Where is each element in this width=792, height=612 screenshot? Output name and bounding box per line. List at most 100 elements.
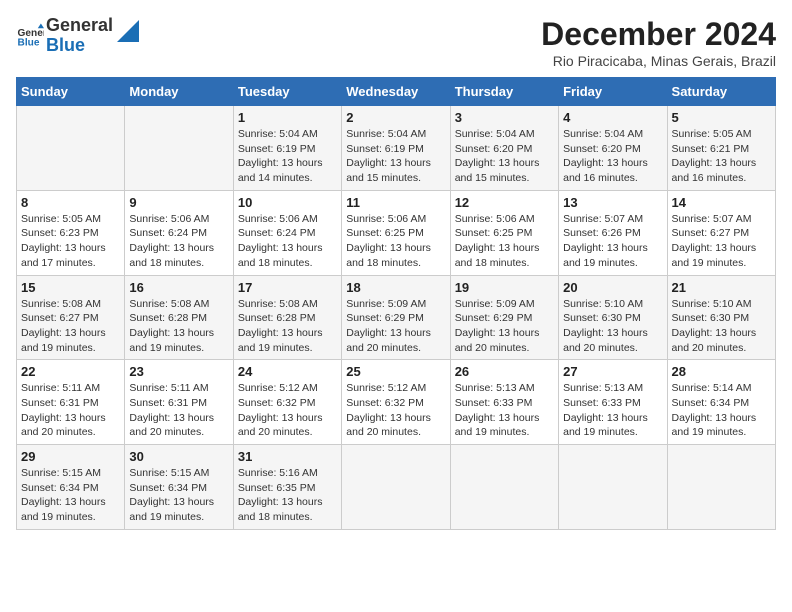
calendar-cell: 18 Sunrise: 5:09 AMSunset: 6:29 PMDaylig… <box>342 275 450 360</box>
day-info: Sunrise: 5:04 AMSunset: 6:20 PMDaylight:… <box>563 128 648 184</box>
col-header-saturday: Saturday <box>667 78 775 106</box>
day-info: Sunrise: 5:06 AMSunset: 6:25 PMDaylight:… <box>346 213 431 269</box>
day-info: Sunrise: 5:06 AMSunset: 6:24 PMDaylight:… <box>238 213 323 269</box>
day-number: 15 <box>21 280 120 295</box>
day-info: Sunrise: 5:04 AMSunset: 6:19 PMDaylight:… <box>238 128 323 184</box>
day-info: Sunrise: 5:09 AMSunset: 6:29 PMDaylight:… <box>346 298 431 354</box>
svg-text:Blue: Blue <box>18 37 40 48</box>
day-number: 1 <box>238 110 337 125</box>
logo-blue-text: Blue <box>46 36 113 56</box>
calendar-cell: 28 Sunrise: 5:14 AMSunset: 6:34 PMDaylig… <box>667 360 775 445</box>
calendar-cell: 15 Sunrise: 5:08 AMSunset: 6:27 PMDaylig… <box>17 275 125 360</box>
col-header-thursday: Thursday <box>450 78 558 106</box>
col-header-tuesday: Tuesday <box>233 78 341 106</box>
calendar-week-row: 29 Sunrise: 5:15 AMSunset: 6:34 PMDaylig… <box>17 445 776 530</box>
calendar-cell: 26 Sunrise: 5:13 AMSunset: 6:33 PMDaylig… <box>450 360 558 445</box>
calendar-cell <box>125 106 233 191</box>
calendar-cell <box>559 445 667 530</box>
calendar-cell: 3 Sunrise: 5:04 AMSunset: 6:20 PMDayligh… <box>450 106 558 191</box>
calendar-cell: 17 Sunrise: 5:08 AMSunset: 6:28 PMDaylig… <box>233 275 341 360</box>
day-info: Sunrise: 5:10 AMSunset: 6:30 PMDaylight:… <box>563 298 648 354</box>
logo: General Blue General Blue <box>16 16 139 56</box>
calendar-cell: 30 Sunrise: 5:15 AMSunset: 6:34 PMDaylig… <box>125 445 233 530</box>
day-number: 25 <box>346 364 445 379</box>
day-number: 13 <box>563 195 662 210</box>
calendar-cell: 8 Sunrise: 5:05 AMSunset: 6:23 PMDayligh… <box>17 190 125 275</box>
calendar-cell: 1 Sunrise: 5:04 AMSunset: 6:19 PMDayligh… <box>233 106 341 191</box>
logo-general-text: General <box>46 16 113 36</box>
day-number: 27 <box>563 364 662 379</box>
day-number: 9 <box>129 195 228 210</box>
day-number: 12 <box>455 195 554 210</box>
day-info: Sunrise: 5:15 AMSunset: 6:34 PMDaylight:… <box>129 467 214 523</box>
calendar-cell: 27 Sunrise: 5:13 AMSunset: 6:33 PMDaylig… <box>559 360 667 445</box>
calendar-cell <box>17 106 125 191</box>
calendar-week-row: 1 Sunrise: 5:04 AMSunset: 6:19 PMDayligh… <box>17 106 776 191</box>
day-number: 31 <box>238 449 337 464</box>
day-info: Sunrise: 5:04 AMSunset: 6:19 PMDaylight:… <box>346 128 431 184</box>
calendar-cell: 23 Sunrise: 5:11 AMSunset: 6:31 PMDaylig… <box>125 360 233 445</box>
col-header-wednesday: Wednesday <box>342 78 450 106</box>
day-number: 26 <box>455 364 554 379</box>
day-info: Sunrise: 5:13 AMSunset: 6:33 PMDaylight:… <box>563 382 648 438</box>
main-title: December 2024 <box>541 16 776 53</box>
calendar-week-row: 15 Sunrise: 5:08 AMSunset: 6:27 PMDaylig… <box>17 275 776 360</box>
calendar-cell: 20 Sunrise: 5:10 AMSunset: 6:30 PMDaylig… <box>559 275 667 360</box>
day-info: Sunrise: 5:07 AMSunset: 6:27 PMDaylight:… <box>672 213 757 269</box>
day-info: Sunrise: 5:06 AMSunset: 6:25 PMDaylight:… <box>455 213 540 269</box>
calendar-table: SundayMondayTuesdayWednesdayThursdayFrid… <box>16 77 776 530</box>
calendar-cell: 2 Sunrise: 5:04 AMSunset: 6:19 PMDayligh… <box>342 106 450 191</box>
day-info: Sunrise: 5:04 AMSunset: 6:20 PMDaylight:… <box>455 128 540 184</box>
day-number: 3 <box>455 110 554 125</box>
day-number: 16 <box>129 280 228 295</box>
day-number: 14 <box>672 195 771 210</box>
logo-icon: General Blue <box>16 22 44 50</box>
calendar-cell: 4 Sunrise: 5:04 AMSunset: 6:20 PMDayligh… <box>559 106 667 191</box>
day-info: Sunrise: 5:05 AMSunset: 6:21 PMDaylight:… <box>672 128 757 184</box>
calendar-cell <box>450 445 558 530</box>
day-number: 18 <box>346 280 445 295</box>
calendar-header-row: SundayMondayTuesdayWednesdayThursdayFrid… <box>17 78 776 106</box>
calendar-cell: 12 Sunrise: 5:06 AMSunset: 6:25 PMDaylig… <box>450 190 558 275</box>
page-header: General Blue General Blue December 2024 … <box>16 16 776 69</box>
calendar-cell <box>342 445 450 530</box>
day-info: Sunrise: 5:16 AMSunset: 6:35 PMDaylight:… <box>238 467 323 523</box>
day-info: Sunrise: 5:08 AMSunset: 6:27 PMDaylight:… <box>21 298 106 354</box>
calendar-cell: 14 Sunrise: 5:07 AMSunset: 6:27 PMDaylig… <box>667 190 775 275</box>
calendar-cell: 22 Sunrise: 5:11 AMSunset: 6:31 PMDaylig… <box>17 360 125 445</box>
day-number: 29 <box>21 449 120 464</box>
day-number: 4 <box>563 110 662 125</box>
calendar-cell: 10 Sunrise: 5:06 AMSunset: 6:24 PMDaylig… <box>233 190 341 275</box>
calendar-cell: 9 Sunrise: 5:06 AMSunset: 6:24 PMDayligh… <box>125 190 233 275</box>
col-header-monday: Monday <box>125 78 233 106</box>
col-header-friday: Friday <box>559 78 667 106</box>
calendar-cell: 21 Sunrise: 5:10 AMSunset: 6:30 PMDaylig… <box>667 275 775 360</box>
day-number: 21 <box>672 280 771 295</box>
calendar-cell: 11 Sunrise: 5:06 AMSunset: 6:25 PMDaylig… <box>342 190 450 275</box>
day-number: 5 <box>672 110 771 125</box>
day-number: 24 <box>238 364 337 379</box>
day-number: 23 <box>129 364 228 379</box>
day-number: 28 <box>672 364 771 379</box>
day-number: 8 <box>21 195 120 210</box>
day-info: Sunrise: 5:12 AMSunset: 6:32 PMDaylight:… <box>346 382 431 438</box>
day-number: 17 <box>238 280 337 295</box>
day-info: Sunrise: 5:06 AMSunset: 6:24 PMDaylight:… <box>129 213 214 269</box>
calendar-cell: 19 Sunrise: 5:09 AMSunset: 6:29 PMDaylig… <box>450 275 558 360</box>
subtitle: Rio Piracicaba, Minas Gerais, Brazil <box>541 53 776 69</box>
day-info: Sunrise: 5:05 AMSunset: 6:23 PMDaylight:… <box>21 213 106 269</box>
day-info: Sunrise: 5:08 AMSunset: 6:28 PMDaylight:… <box>129 298 214 354</box>
day-number: 19 <box>455 280 554 295</box>
day-info: Sunrise: 5:13 AMSunset: 6:33 PMDaylight:… <box>455 382 540 438</box>
day-info: Sunrise: 5:07 AMSunset: 6:26 PMDaylight:… <box>563 213 648 269</box>
day-info: Sunrise: 5:12 AMSunset: 6:32 PMDaylight:… <box>238 382 323 438</box>
day-number: 11 <box>346 195 445 210</box>
calendar-week-row: 22 Sunrise: 5:11 AMSunset: 6:31 PMDaylig… <box>17 360 776 445</box>
calendar-cell: 5 Sunrise: 5:05 AMSunset: 6:21 PMDayligh… <box>667 106 775 191</box>
day-number: 10 <box>238 195 337 210</box>
calendar-cell: 25 Sunrise: 5:12 AMSunset: 6:32 PMDaylig… <box>342 360 450 445</box>
calendar-cell: 24 Sunrise: 5:12 AMSunset: 6:32 PMDaylig… <box>233 360 341 445</box>
calendar-cell: 16 Sunrise: 5:08 AMSunset: 6:28 PMDaylig… <box>125 275 233 360</box>
day-info: Sunrise: 5:08 AMSunset: 6:28 PMDaylight:… <box>238 298 323 354</box>
calendar-cell: 31 Sunrise: 5:16 AMSunset: 6:35 PMDaylig… <box>233 445 341 530</box>
